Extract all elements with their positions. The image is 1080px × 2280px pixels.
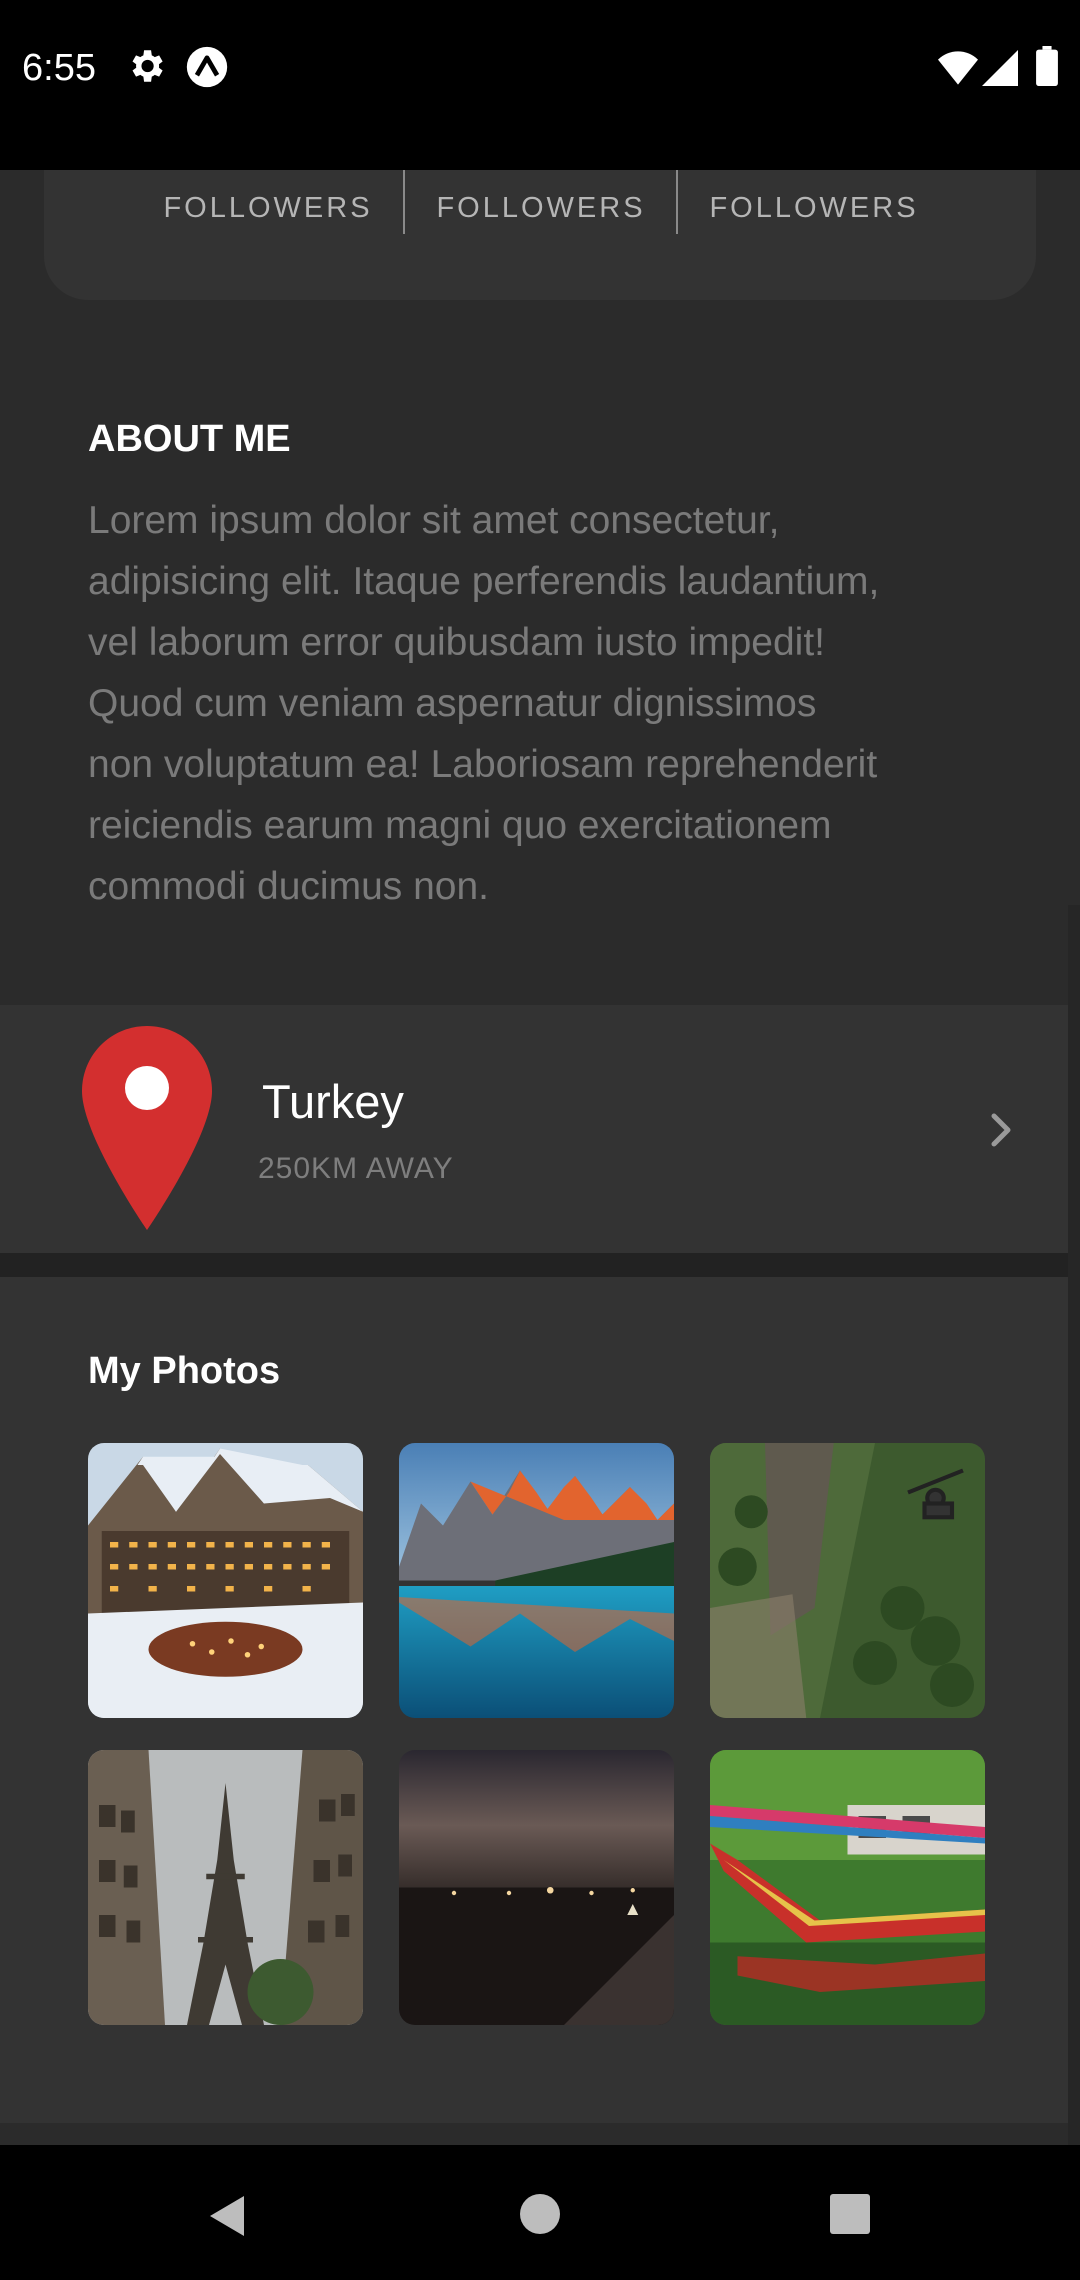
about-line: non voluptatum ea! Laboriosam reprehende… (88, 743, 878, 786)
recents-icon[interactable] (830, 2194, 870, 2234)
mountain-lake-photo[interactable] (399, 1443, 674, 1718)
gear-icon (132, 50, 163, 82)
stats-card (44, 170, 1036, 300)
about-line: vel laborum error quibusdam iusto impedi… (88, 621, 826, 664)
followers-stat-label: FOLLOWERS (163, 192, 373, 224)
profile-screen: 6:55 FOLLOWERS FOLLOWERS FOLLOWERS ABOUT… (0, 0, 1080, 2280)
section-divider (0, 1253, 1080, 1277)
wifi-icon (938, 51, 978, 85)
about-line: Lorem ipsum dolor sit amet consectetur, (88, 499, 780, 542)
about-body: Lorem ipsum dolor sit amet consectetur, … (88, 490, 988, 917)
home-icon[interactable] (518, 2192, 562, 2236)
expo-icon (186, 46, 228, 88)
about-title: ABOUT ME (88, 418, 291, 460)
chevron-right-icon[interactable] (986, 1110, 1016, 1150)
longtail-boat-photo[interactable] (710, 1750, 985, 2025)
scrollbar[interactable] (1068, 905, 1080, 2145)
snowy-hotel-photo[interactable] (88, 1443, 363, 1718)
eiffel-tower-photo[interactable] (88, 1750, 363, 2025)
about-line: reiciendis earum magni quo exercitatione… (88, 804, 832, 847)
bungee-jump-photo[interactable] (710, 1443, 985, 1718)
about-line: commodi ducimus non. (88, 865, 490, 908)
about-line: adipisicing elit. Itaque perferendis lau… (88, 560, 880, 603)
followers-stat-label: FOLLOWERS (436, 192, 646, 224)
followers-stat-label: FOLLOWERS (709, 192, 919, 224)
about-line: Quod cum veniam aspernatur dignissimos (88, 682, 817, 725)
location-distance: 250KM AWAY (258, 1152, 454, 1185)
location-name: Turkey (262, 1075, 404, 1128)
back-icon[interactable] (204, 2192, 248, 2240)
status-time: 6:55 (22, 47, 96, 89)
night-shoreline-photo[interactable] (399, 1750, 674, 2025)
battery-icon (1036, 46, 1058, 86)
signal-icon (982, 50, 1018, 86)
photos-title: My Photos (88, 1350, 281, 1392)
map-pin-icon (82, 1026, 212, 1230)
